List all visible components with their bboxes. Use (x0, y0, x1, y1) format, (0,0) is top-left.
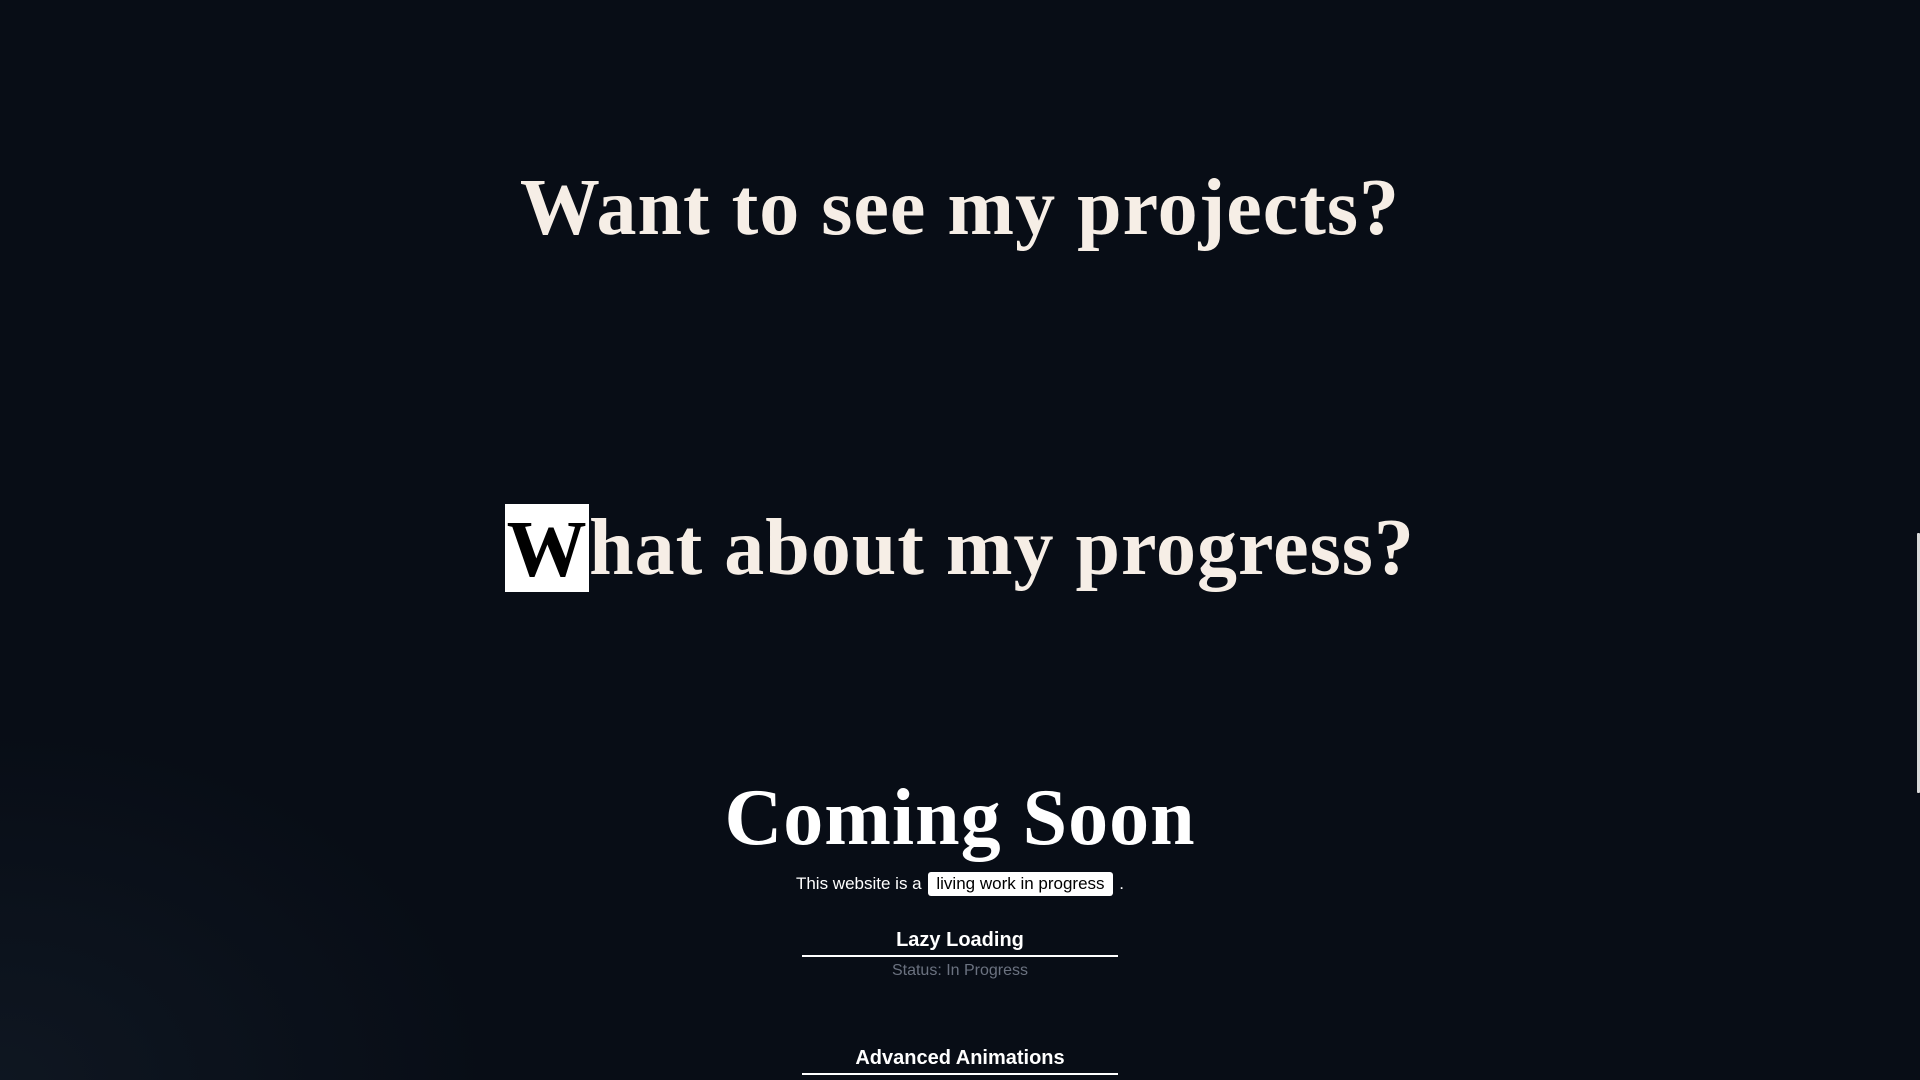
highlighted-letter: W (505, 504, 590, 594)
wip-notice-prefix: This website is a (795, 874, 922, 893)
feature-title: Advanced Animations (802, 1045, 1118, 1075)
page-scrollbar[interactable] (1914, 0, 1920, 1080)
feature-title: Lazy Loading (802, 927, 1118, 957)
wip-badge: living work in progress (928, 872, 1113, 896)
wip-notice-suffix: . (1119, 874, 1125, 893)
feature-status: Status: In Progress (891, 962, 1029, 979)
feature-advanced-animations: Advanced Animations (802, 1045, 1118, 1075)
wip-notice: This website is a living work in progres… (0, 872, 1920, 896)
projects-heading: Want to see my projects? (519, 164, 1401, 252)
progress-heading-text: hat about my progress? (589, 504, 1415, 592)
coming-soon-heading: Coming Soon (724, 774, 1196, 862)
feature-lazy-loading: Lazy Loading Status: In Progress (802, 927, 1118, 982)
progress-heading: What about my progress? (0, 498, 1920, 598)
